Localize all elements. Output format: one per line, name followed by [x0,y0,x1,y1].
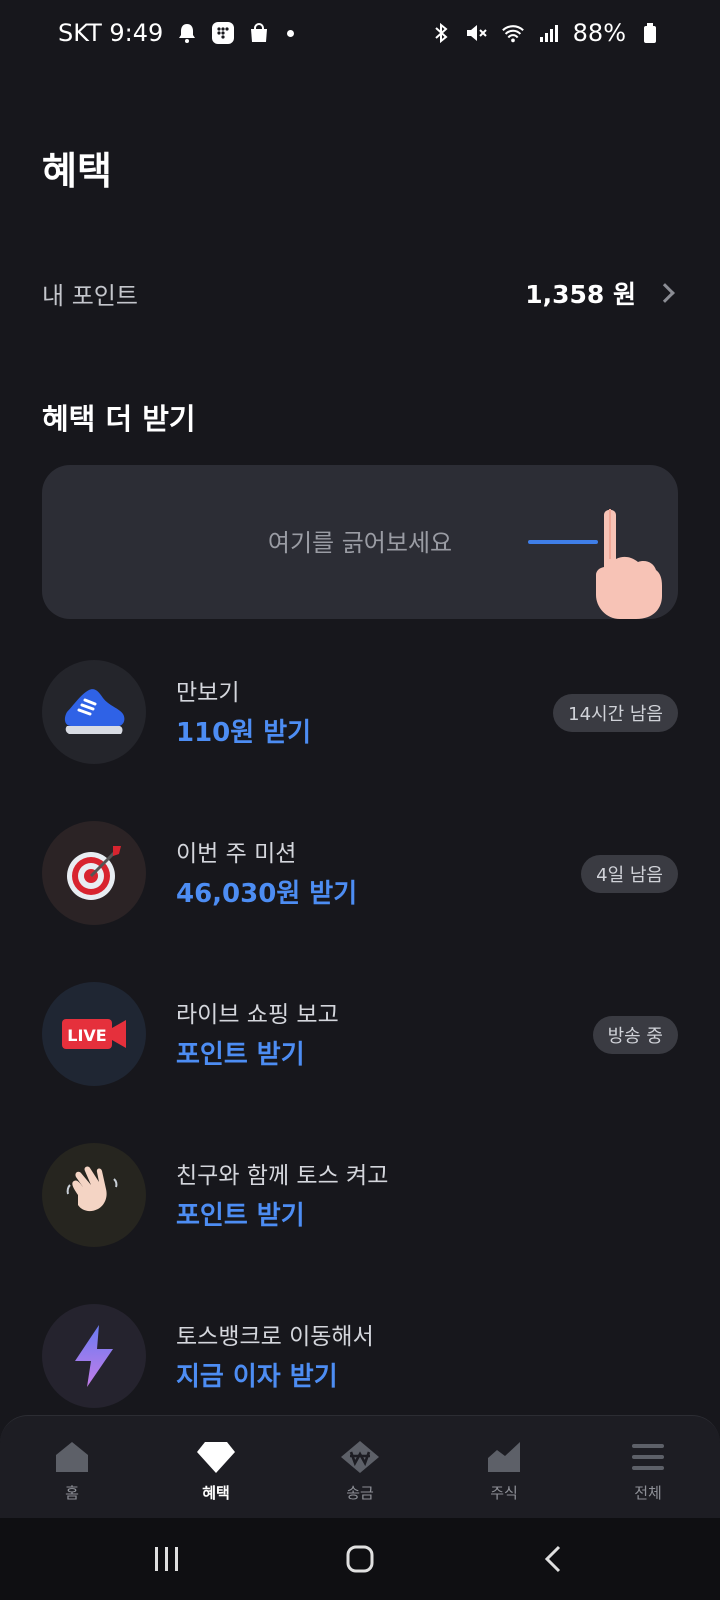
status-bar: SKT 9:49 88% [0,0,720,66]
benefit-texts: 토스뱅크로 이동해서 지금 이자 받기 [176,1322,374,1398]
benefit-item-weekly-mission[interactable]: 이번 주 미션 46,030원 받기 4일 남음 [42,821,678,982]
home-icon [52,1438,92,1476]
benefit-title: 토스뱅크로 이동해서 [176,1324,374,1350]
points-label: 내 포인트 [42,281,138,310]
time-left-badge: 14시간 남음 [553,694,678,732]
points-right: 1,358 원 [525,275,678,311]
menu-icon [628,1438,668,1476]
page-title: 혜택 [42,149,112,193]
benefit-action[interactable]: 포인트 받기 [176,1034,339,1076]
sneaker-icon [42,660,146,764]
chevron-right-icon [655,283,675,303]
on-air-badge: 방송 중 [592,1016,678,1054]
svg-text:LIVE: LIVE [67,1026,106,1045]
benefit-list: 만보기 110원 받기 14시간 남음 이번 주 미션 46,030원 받기 4… [42,660,678,1465]
won-transfer-icon [340,1438,380,1476]
scratch-card[interactable]: 여기를 긁어보세요 [42,465,678,619]
wifi-icon [501,21,525,45]
recent-apps-button[interactable] [137,1534,197,1584]
carrier-time: SKT 9:49 [58,19,164,47]
waving-hand-icon [42,1143,146,1247]
nav-label: 홈 [65,1484,79,1502]
points-value: 1,358 원 [525,280,636,309]
section-title: 혜택 더 받기 [42,402,196,436]
bluetooth-icon [429,21,453,45]
bottom-nav: 홈 혜택 송금 주식 전체 [0,1415,720,1518]
live-camera-icon: LIVE [42,982,146,1086]
benefit-texts: 라이브 쇼핑 보고 포인트 받기 [176,1000,339,1076]
benefit-action[interactable]: 110원 받기 [176,712,311,754]
nav-stocks[interactable]: 주식 [432,1416,576,1518]
benefit-item-pedometer[interactable]: 만보기 110원 받기 14시간 남음 [42,660,678,821]
my-points-row[interactable]: 내 포인트 1,358 원 [42,268,678,318]
back-button[interactable] [523,1534,583,1584]
gem-icon [196,1438,236,1476]
status-left: SKT 9:49 [58,19,295,47]
home-button[interactable] [330,1534,390,1584]
pointing-hand-icon [596,509,662,619]
benefit-item-live-shopping[interactable]: LIVE 라이브 쇼핑 보고 포인트 받기 방송 중 [42,982,678,1143]
chart-icon [484,1438,524,1476]
status-right: 88% [429,19,662,47]
benefit-action[interactable]: 지금 이자 받기 [176,1356,374,1398]
target-dart-icon [42,821,146,925]
dot-icon [287,29,295,37]
benefit-texts: 만보기 110원 받기 [176,678,311,754]
nav-all[interactable]: 전체 [576,1416,720,1518]
benefit-title: 라이브 쇼핑 보고 [176,1002,339,1028]
benefit-texts: 친구와 함께 토스 켜고 포인트 받기 [176,1161,388,1237]
nav-label: 주식 [490,1484,518,1502]
shopping-bag-icon [247,21,271,45]
app-grid-icon [211,21,235,45]
benefit-title: 만보기 [176,680,240,706]
time-left-badge: 4일 남음 [581,855,678,893]
bell-icon [175,21,199,45]
benefit-title: 이번 주 미션 [176,841,297,867]
nav-label: 송금 [346,1484,374,1502]
nav-home[interactable]: 홈 [0,1416,144,1518]
nav-transfer[interactable]: 송금 [288,1416,432,1518]
battery-percent: 88% [572,19,626,47]
benefit-title: 친구와 함께 토스 켜고 [176,1163,389,1189]
benefit-texts: 이번 주 미션 46,030원 받기 [176,839,357,915]
swipe-line [528,540,598,544]
benefit-item-invite-friend[interactable]: 친구와 함께 토스 켜고 포인트 받기 [42,1143,678,1304]
benefit-action[interactable]: 46,030원 받기 [176,873,357,915]
nav-label: 혜택 [202,1484,230,1502]
nav-label: 전체 [634,1484,662,1502]
mute-icon [465,21,489,45]
signal-icon [537,21,561,45]
lightning-icon [42,1304,146,1408]
system-nav [0,1518,720,1600]
nav-benefits[interactable]: 혜택 [144,1416,288,1518]
benefit-action[interactable]: 포인트 받기 [176,1195,388,1237]
battery-icon [638,21,662,45]
